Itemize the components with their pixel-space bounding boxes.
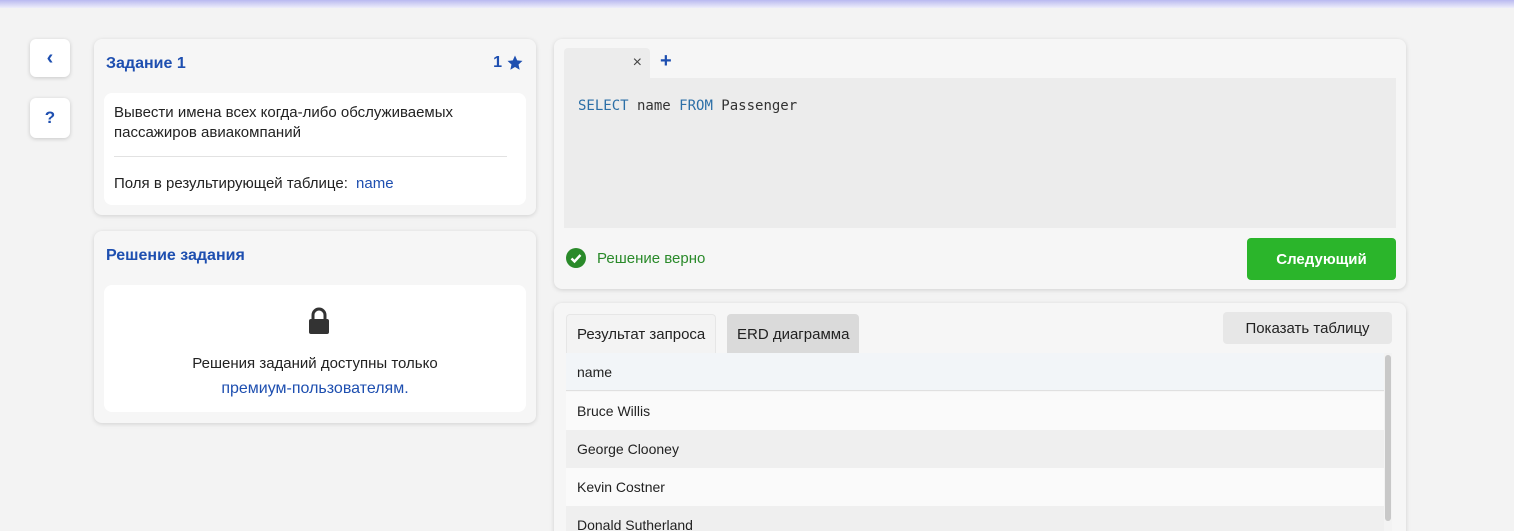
score-value: 1 — [493, 54, 502, 71]
lock-icon — [309, 307, 329, 334]
solution-card: Решение задания Решения заданий доступны… — [94, 231, 536, 423]
task-body: Вывести имена всех когда-либо обслуживае… — [104, 93, 526, 205]
task-title: Задание 1 — [106, 55, 186, 72]
scrollbar-thumb[interactable] — [1385, 355, 1391, 521]
check-circle-icon — [566, 248, 586, 268]
divider — [114, 156, 507, 157]
field-name: name — [356, 175, 394, 192]
fields-label: Поля в результирующей таблице: — [114, 175, 348, 192]
task-score: 1 — [493, 54, 524, 72]
editor-tab[interactable]: × — [564, 48, 650, 78]
scrollbar-track[interactable] — [1384, 353, 1392, 531]
sql-table: Passenger — [712, 98, 798, 114]
locked-text: Решения заданий доступны только — [192, 355, 438, 372]
chevron-left-icon: ‹ — [46, 47, 54, 69]
solution-locked-box: Решения заданий доступны только премиум-… — [104, 285, 526, 412]
premium-link[interactable]: премиум-пользователям — [221, 380, 404, 397]
locked-link-line: премиум-пользователям. — [104, 380, 526, 398]
table-row: George Clooney — [566, 430, 1384, 468]
top-accent-line — [0, 0, 1514, 8]
sql-keyword-select: SELECT — [578, 98, 629, 114]
status-text: Решение верно — [597, 250, 706, 267]
help-button[interactable]: ? — [30, 98, 70, 138]
close-tab-icon[interactable]: × — [633, 54, 642, 72]
locked-suffix: . — [404, 380, 409, 397]
tab-erd-diagram[interactable]: ERD диаграмма — [727, 314, 860, 354]
table-row: Donald Sutherland — [566, 506, 1384, 531]
tab-query-result[interactable]: Результат запроса — [566, 314, 717, 354]
add-tab-button[interactable]: + — [660, 50, 672, 73]
sql-column: name — [628, 98, 680, 114]
editor-card: × + SELECT name FROM Passenger Решение в… — [554, 39, 1406, 289]
show-table-button[interactable]: Показать таблицу — [1223, 312, 1392, 344]
task-card: Задание 1 1 Вывести имена всех когда-либ… — [94, 39, 536, 215]
solution-title: Решение задания — [106, 247, 245, 264]
task-description: Вывести имена всех когда-либо обслуживае… — [114, 104, 454, 141]
sql-code: SELECT name FROM Passenger — [578, 98, 797, 114]
fields-line: Поля в результирующей таблице: name — [114, 175, 394, 192]
star-icon — [507, 55, 523, 70]
back-button[interactable]: ‹ — [30, 39, 70, 77]
next-button[interactable]: Следующий — [1247, 238, 1396, 280]
sql-editor[interactable]: SELECT name FROM Passenger — [564, 78, 1396, 228]
table-row: Bruce Willis — [566, 392, 1384, 430]
question-icon: ? — [44, 108, 56, 127]
sql-keyword-from: FROM — [679, 98, 713, 114]
column-header-name[interactable]: name — [566, 353, 1384, 391]
table-row: Kevin Costner — [566, 468, 1384, 506]
